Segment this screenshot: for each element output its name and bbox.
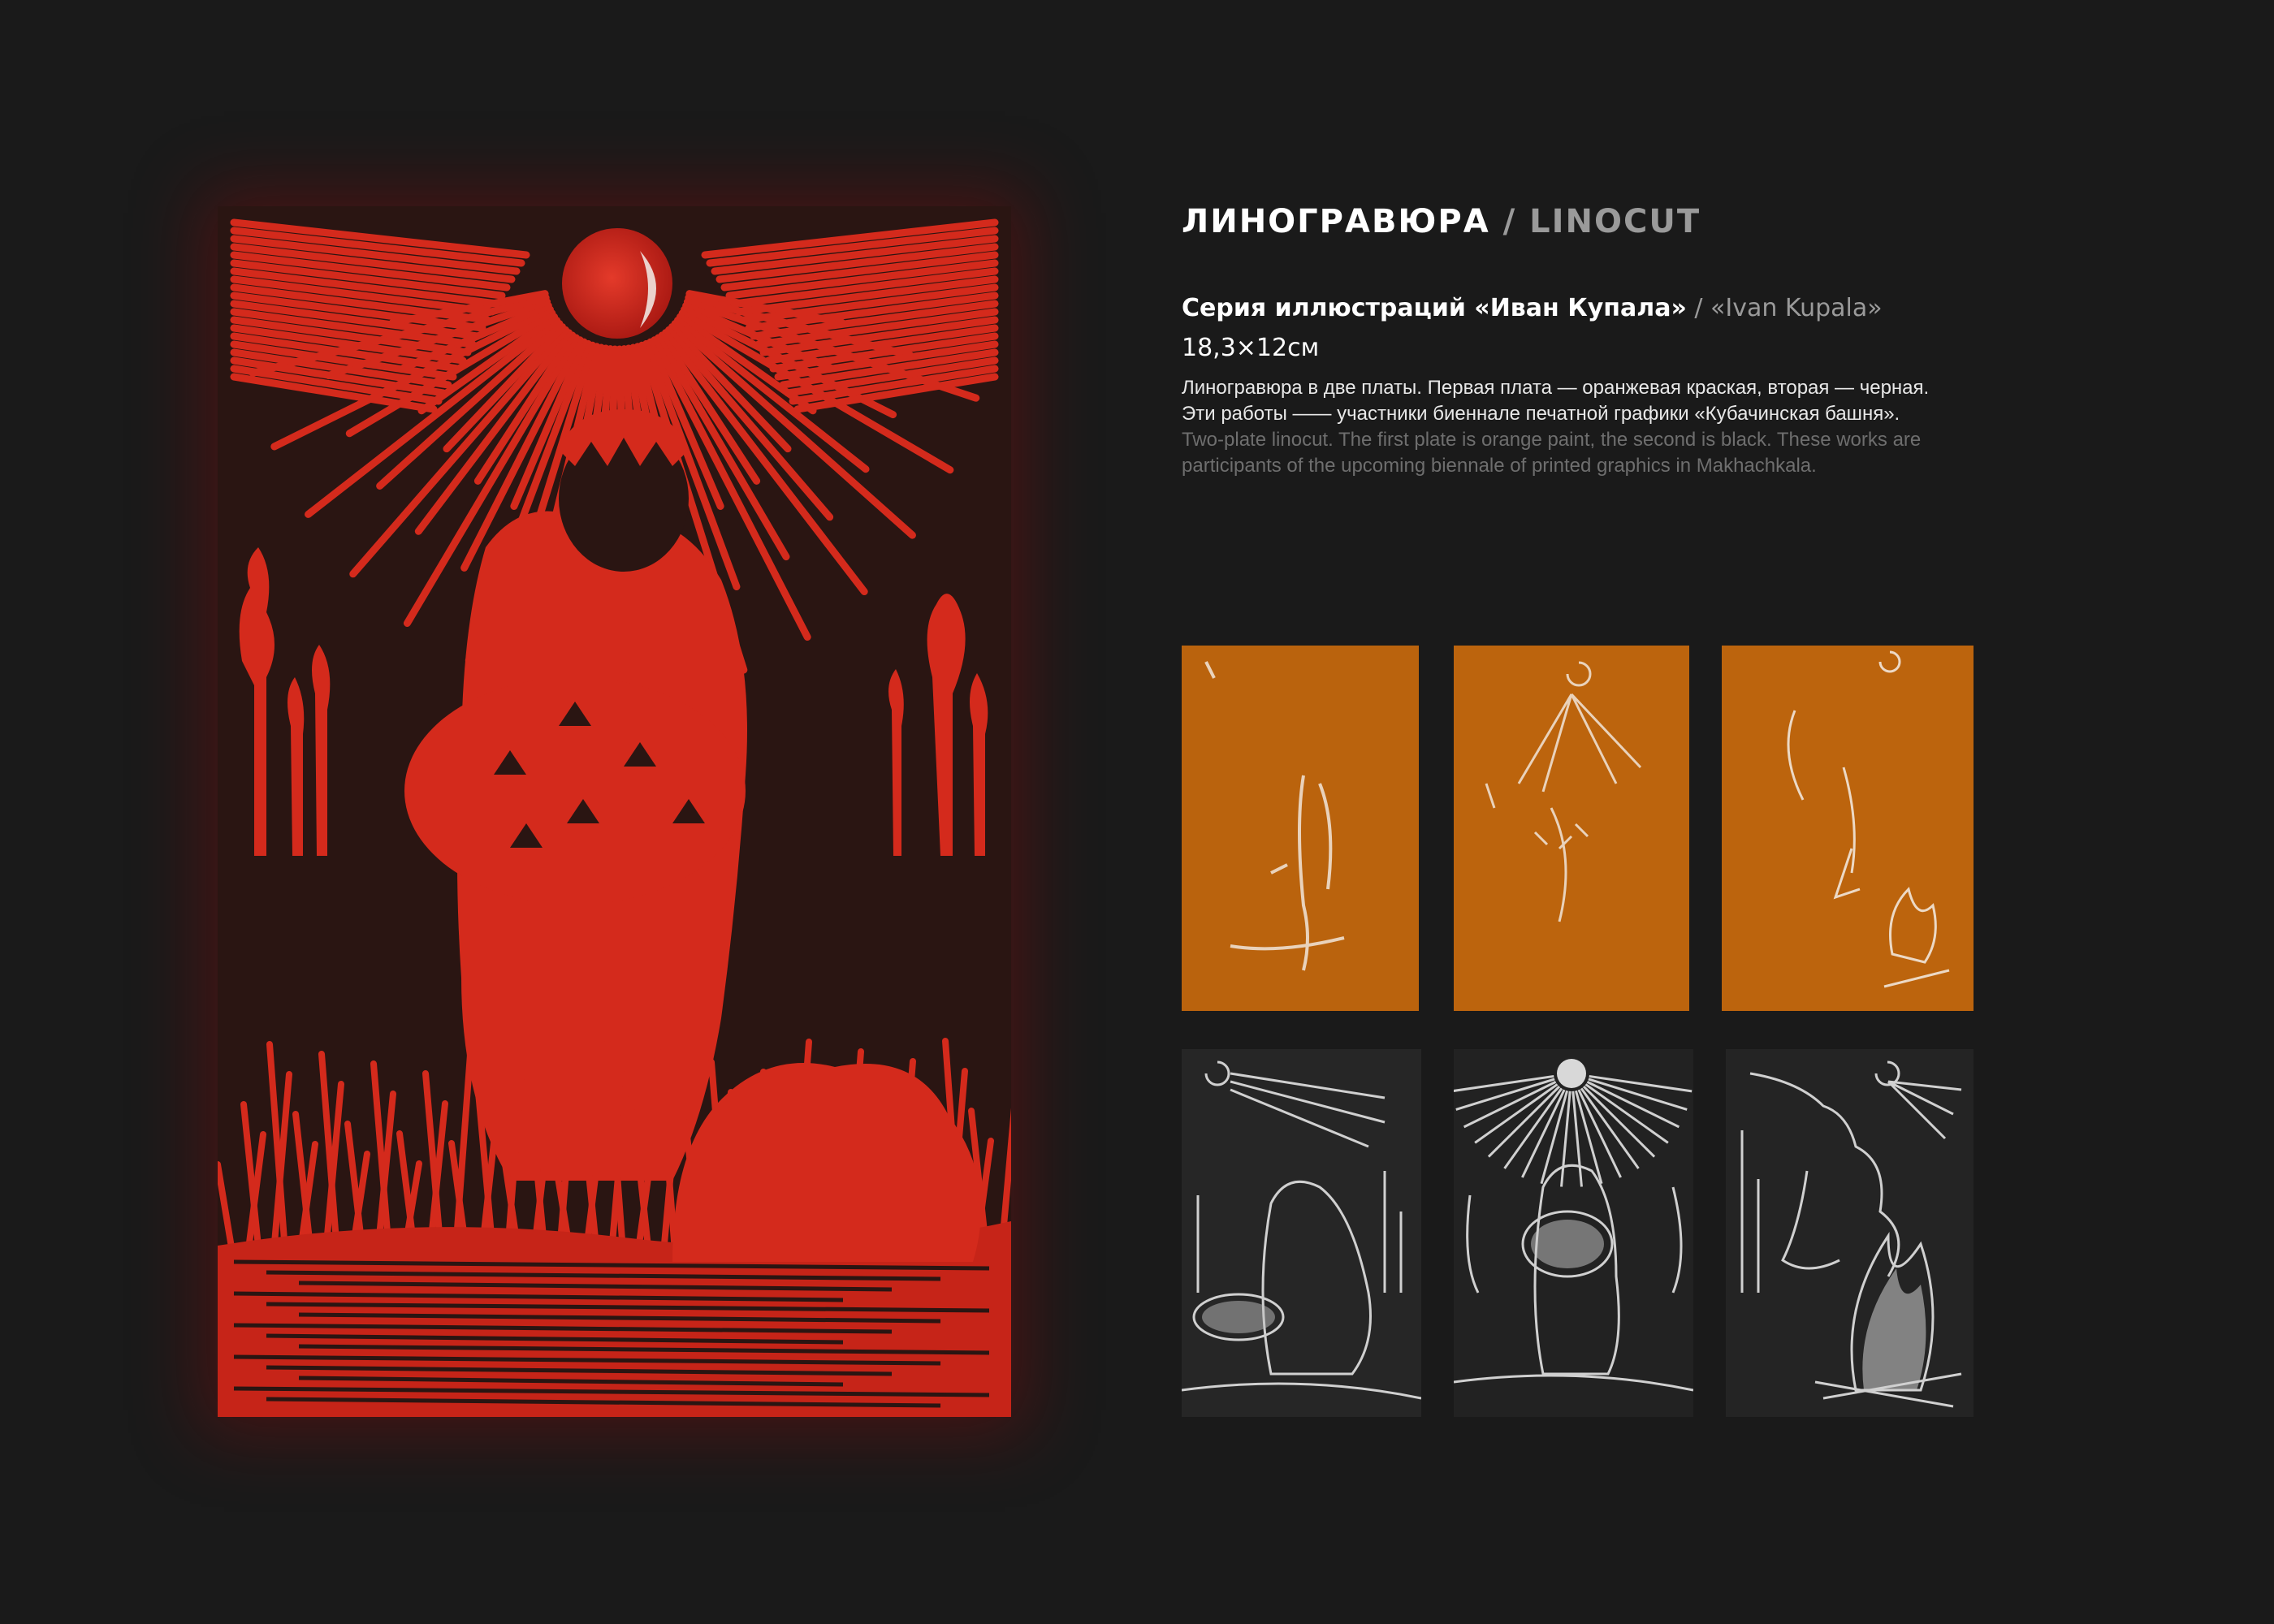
black-plate-1 — [1182, 1049, 1421, 1417]
description-en-line: Two-plate linocut. The first plate is or… — [1182, 429, 1922, 451]
description-ru-line: Линогравюра в две платы. Первая плата — … — [1182, 377, 1930, 399]
main-linocut-print — [218, 206, 1011, 1417]
description-ru: Линогравюра в две платы. Первая плата — … — [1182, 375, 2075, 427]
title-ru: ЛИНОГРАВЮРА — [1182, 203, 1490, 240]
series-title-en: «Ivan Kupala» — [1710, 294, 1883, 322]
artwork-size: 18,3×12см — [1182, 334, 1320, 362]
black-plate-3 — [1726, 1049, 1974, 1417]
orange-plate-3 — [1722, 646, 1974, 1011]
linocut-illustration — [218, 206, 1011, 1417]
description-en: Two-plate linocut. The first plate is or… — [1182, 427, 2075, 479]
orange-plate-2 — [1454, 646, 1689, 1011]
orange-plate-1 — [1182, 646, 1419, 1011]
black-plate-2 — [1454, 1049, 1693, 1417]
series-separator: / — [1686, 294, 1711, 322]
title-en: LINOCUT — [1529, 203, 1701, 240]
series-title-ru: Серия иллюстраций «Иван Купала» — [1182, 294, 1687, 322]
title-separator: / — [1489, 203, 1530, 240]
info-panel: ЛИНОГРАВЮРА / LINOCUT Серия иллюстраций … — [1182, 203, 2075, 479]
description-en-line: participants of the upcoming biennale of… — [1182, 455, 1817, 477]
page-title: ЛИНОГРАВЮРА / LINOCUT — [1182, 203, 2075, 240]
series-title: Серия иллюстраций «Иван Купала» / «Ivan … — [1182, 294, 2075, 322]
description-ru-line: Эти работы —— участники биеннале печатно… — [1182, 403, 1900, 425]
